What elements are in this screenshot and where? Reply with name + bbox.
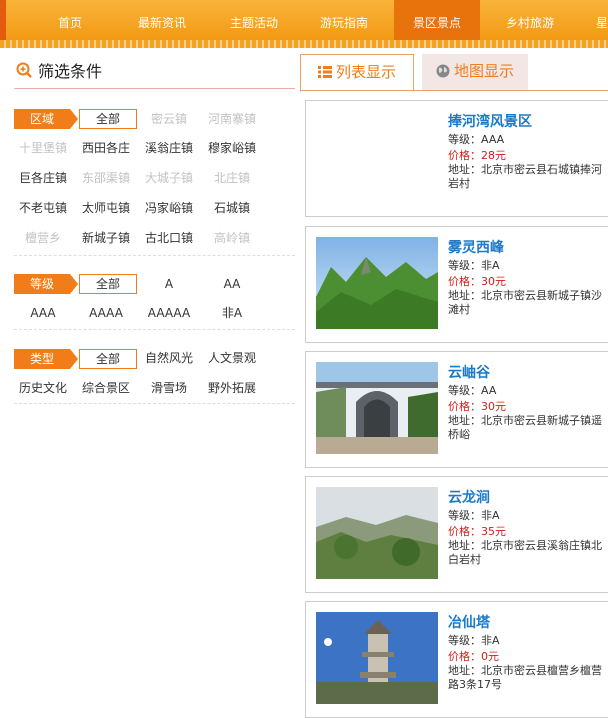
- spot-name[interactable]: 雾灵西峰: [448, 237, 504, 257]
- region-option[interactable]: 冯家峪镇: [134, 200, 204, 216]
- filter-title: 筛选条件: [38, 62, 103, 81]
- spot-price: 价格：0元: [448, 650, 499, 663]
- level-option[interactable]: AAAA: [71, 305, 141, 321]
- region-option[interactable]: 新城子镇: [71, 230, 141, 246]
- nav-deco: [0, 0, 6, 40]
- spot-level: 等级：非A: [448, 509, 500, 522]
- region-option[interactable]: 太师屯镇: [71, 200, 141, 216]
- level-all-button[interactable]: 全部: [79, 274, 137, 294]
- level-option[interactable]: 非A: [197, 305, 267, 321]
- nav-item-news[interactable]: 最新资讯: [120, 0, 204, 40]
- tab-list-label: 列表显示: [335, 63, 396, 81]
- spot-photo[interactable]: [316, 612, 438, 704]
- divider: [14, 403, 295, 404]
- nav-underline: [0, 40, 608, 48]
- spot-price: 价格：35元: [448, 525, 506, 538]
- type-option[interactable]: 野外拓展: [197, 380, 267, 396]
- spot-card[interactable]: 捧河湾风景区 等级：AAA 价格：28元 地址：北京市密云县石城镇捧河岩村: [305, 100, 608, 217]
- spot-name[interactable]: 冶仙塔: [448, 612, 490, 632]
- spot-price: 价格：30元: [448, 400, 506, 413]
- spot-photo[interactable]: [316, 237, 438, 329]
- region-option[interactable]: 大城子镇: [134, 170, 204, 186]
- tab-list-view[interactable]: 列表显示: [300, 54, 414, 92]
- spot-address: 地址：北京市密云县溪翁庄镇北白岩村: [448, 539, 602, 566]
- type-all-button[interactable]: 全部: [79, 349, 137, 369]
- search-plus-icon: [16, 62, 32, 78]
- nav-item-rural-tourism[interactable]: 乡村旅游: [488, 0, 572, 40]
- spot-level: 等级：AA: [448, 384, 497, 397]
- spot-photo[interactable]: [316, 487, 438, 579]
- level-option[interactable]: AAA: [8, 305, 78, 321]
- spot-name[interactable]: 云龙涧: [448, 487, 490, 507]
- top-navigation: 首页 最新资讯 主题活动 游玩指南 景区景点 乡村旅游 星: [0, 0, 608, 48]
- spot-address: 地址：北京市密云县檀营乡檀营路3条17号: [448, 664, 602, 691]
- type-option[interactable]: 滑雪场: [134, 380, 204, 396]
- spot-level: 等级：非A: [448, 634, 500, 647]
- level-option[interactable]: A: [134, 276, 204, 292]
- tab-baseline: [300, 90, 608, 91]
- spot-address: 地址：北京市密云县新城子镇遥桥峪: [448, 414, 602, 441]
- spot-name[interactable]: 云岫谷: [448, 362, 490, 382]
- region-option[interactable]: 密云镇: [134, 111, 204, 127]
- spot-address: 地址：北京市密云县新城子镇沙滩村: [448, 289, 602, 316]
- spot-name[interactable]: 捧河湾风景区: [448, 111, 532, 131]
- region-tag: 区域: [14, 109, 78, 129]
- level-tag: 等级: [14, 274, 78, 294]
- type-tag: 类型: [14, 349, 78, 369]
- divider: [14, 329, 295, 330]
- level-option[interactable]: AA: [197, 276, 267, 292]
- spot-level: 等级：非A: [448, 259, 500, 272]
- spot-level: 等级：AAA: [448, 133, 505, 146]
- region-option[interactable]: 十里堡镇: [8, 140, 78, 156]
- spot-card[interactable]: 云岫谷 等级：AA 价格：30元 地址：北京市密云县新城子镇遥桥峪: [305, 351, 608, 468]
- nav-item-guide[interactable]: 游玩指南: [302, 0, 386, 40]
- level-option[interactable]: AAAAA: [134, 305, 204, 321]
- spot-price: 价格：30元: [448, 275, 506, 288]
- region-option[interactable]: 西田各庄: [71, 140, 141, 156]
- nav-item-more[interactable]: 星: [592, 0, 608, 40]
- region-option[interactable]: 高岭镇: [197, 230, 267, 246]
- region-option[interactable]: 穆家峪镇: [197, 140, 267, 156]
- list-icon: [317, 66, 332, 78]
- region-option[interactable]: 石城镇: [197, 200, 267, 216]
- spot-card[interactable]: 冶仙塔 等级：非A 价格：0元 地址：北京市密云县檀营乡檀营路3条17号: [305, 601, 608, 718]
- region-option[interactable]: 古北口镇: [134, 230, 204, 246]
- nav-item-scenic-spots[interactable]: 景区景点: [394, 0, 480, 40]
- region-option[interactable]: 东邵渠镇: [71, 170, 141, 186]
- region-option[interactable]: 檀营乡: [8, 230, 78, 246]
- nav-item-events[interactable]: 主题活动: [212, 0, 296, 40]
- filter-header: 筛选条件: [14, 56, 295, 89]
- spot-address: 地址：北京市密云县石城镇捧河岩村: [448, 163, 602, 190]
- type-option[interactable]: 综合景区: [71, 380, 141, 396]
- nav-item-home[interactable]: 首页: [28, 0, 112, 40]
- spot-photo[interactable]: [316, 362, 438, 454]
- spot-card[interactable]: 雾灵西峰 等级：非A 价格：30元 地址：北京市密云县新城子镇沙滩村: [305, 226, 608, 343]
- globe-icon: [436, 64, 450, 78]
- tab-map-label: 地图显示: [453, 62, 514, 80]
- divider: [14, 255, 295, 256]
- type-option[interactable]: 人文景观: [197, 350, 267, 366]
- region-all-button[interactable]: 全部: [79, 109, 137, 129]
- spot-price: 价格：28元: [448, 149, 506, 162]
- spot-card[interactable]: 云龙涧 等级：非A 价格：35元 地址：北京市密云县溪翁庄镇北白岩村: [305, 476, 608, 593]
- region-option[interactable]: 不老屯镇: [8, 200, 78, 216]
- tab-map-view[interactable]: 地图显示: [422, 54, 528, 90]
- region-option[interactable]: 溪翁庄镇: [134, 140, 204, 156]
- region-option[interactable]: 北庄镇: [197, 170, 267, 186]
- region-option[interactable]: 河南寨镇: [197, 111, 267, 127]
- type-option[interactable]: 历史文化: [8, 380, 78, 396]
- region-option[interactable]: 巨各庄镇: [8, 170, 78, 186]
- type-option[interactable]: 自然风光: [134, 350, 204, 366]
